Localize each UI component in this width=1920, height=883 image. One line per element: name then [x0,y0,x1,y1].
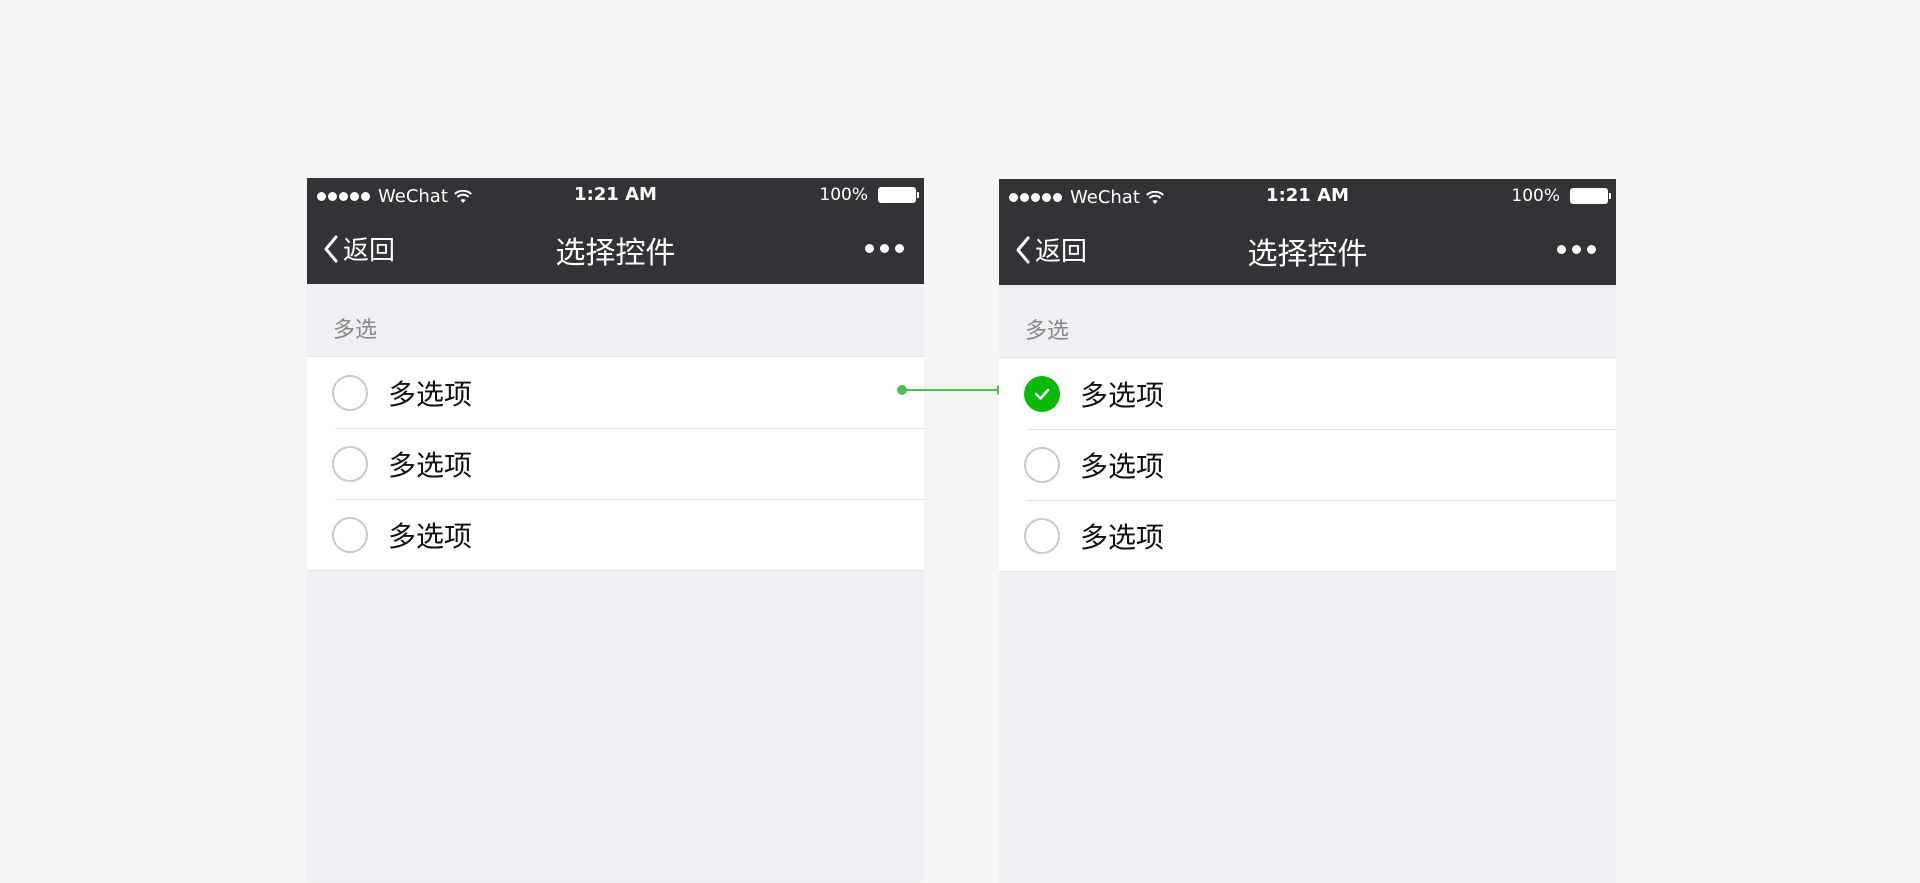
checkbox-item[interactable]: 多选项 [999,358,1616,429]
phone-screen-before: WeChat 1:21 AM 100% 返回 选择控件 多选 多选项 多选项 多… [307,178,924,882]
checkbox-item[interactable]: 多选项 [999,500,1616,571]
checkbox-label: 多选项 [388,519,473,553]
section-title: 多选 [333,318,378,343]
checkbox-list: 多选项 多选项 多选项 [999,357,1616,572]
checkbox-checked-icon[interactable] [1024,375,1060,412]
checkbox-item[interactable]: 多选项 [307,499,924,570]
checkmark-icon [1034,388,1050,400]
phone-screen-after: WeChat 1:21 AM 100% 返回 选择控件 多选 多选项 多选项 多… [999,179,1616,883]
checkbox-label: 多选项 [1080,378,1165,412]
navigation-bar: 返回 选择控件 [307,212,924,284]
battery-percent: 100% [819,185,868,205]
battery-icon [1570,188,1611,204]
status-bar: WeChat 1:21 AM 100% [999,179,1616,213]
checkbox-label: 多选项 [1080,449,1165,483]
checkbox-item[interactable]: 多选项 [307,357,924,428]
checkbox-label: 多选项 [1080,520,1165,554]
page-title: 选择控件 [1247,237,1368,272]
page-title: 选择控件 [555,236,676,271]
checkbox-unchecked-icon[interactable] [332,516,368,553]
checkbox-item[interactable]: 多选项 [307,428,924,499]
battery-icon [878,187,919,203]
checkbox-unchecked-icon[interactable] [332,374,368,411]
section-title: 多选 [1025,319,1070,344]
more-dots-icon[interactable] [1551,245,1596,254]
checkbox-unchecked-icon[interactable] [332,445,368,482]
more-dots-icon[interactable] [859,244,904,253]
checkbox-label: 多选项 [388,448,473,482]
status-bar: WeChat 1:21 AM 100% [307,178,924,212]
navigation-bar: 返回 选择控件 [999,213,1616,285]
checkbox-list: 多选项 多选项 多选项 [307,356,924,571]
checkbox-label: 多选项 [388,377,473,411]
checkbox-unchecked-icon[interactable] [1024,446,1060,483]
transition-arrow-icon [897,385,1007,395]
battery-percent: 100% [1511,186,1560,206]
checkbox-item[interactable]: 多选项 [999,429,1616,500]
checkbox-unchecked-icon[interactable] [1024,517,1060,554]
